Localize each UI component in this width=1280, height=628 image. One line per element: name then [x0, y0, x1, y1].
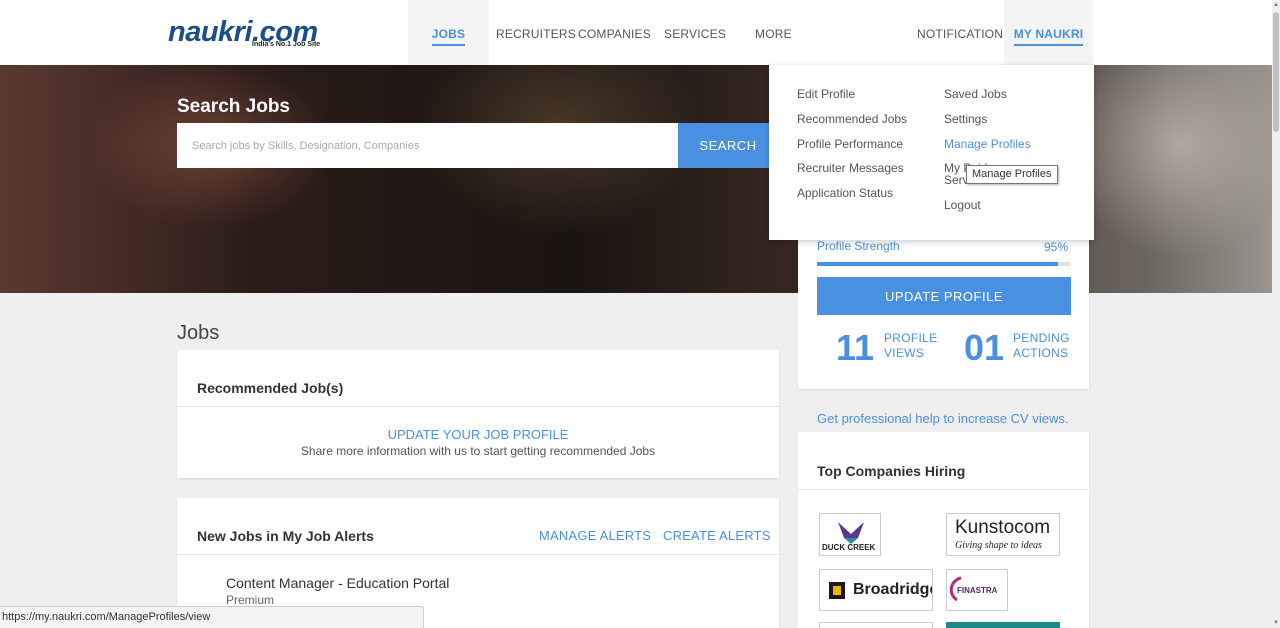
divider: [798, 489, 1089, 490]
menu-logout[interactable]: Logout: [944, 198, 981, 212]
top-companies-title: Top Companies Hiring: [817, 463, 966, 479]
company-logo-partial-teal[interactable]: [946, 622, 1060, 628]
nav-my-naukri[interactable]: MY NAUKRI: [1004, 0, 1093, 65]
top-navigation-bar: naukri.com India's No.1 Job Site JOBS RE…: [0, 0, 1272, 65]
nav-recruiters[interactable]: RECRUITERS: [496, 0, 576, 65]
divider: [177, 406, 779, 407]
duck-creek-text: DUCK CREEK: [822, 543, 876, 552]
nav-companies[interactable]: COMPANIES: [578, 0, 651, 65]
update-job-profile-text: Share more information with us to start …: [300, 444, 656, 458]
job-alerts-title: New Jobs in My Job Alerts: [197, 528, 374, 544]
pending-actions-count[interactable]: 01: [964, 330, 1004, 366]
nav-jobs[interactable]: JOBS: [408, 0, 489, 65]
search-title: Search Jobs: [177, 96, 290, 117]
scroll-up-icon[interactable]: ▲: [1272, 0, 1280, 10]
logo-tagline: India's No.1 Job Site: [252, 41, 321, 48]
nav-jobs-label: JOBS: [431, 27, 466, 46]
menu-settings[interactable]: Settings: [944, 112, 987, 126]
menu-manage-profiles[interactable]: Manage Profiles: [944, 137, 1031, 151]
profile-views-label-1: PROFILE: [884, 331, 938, 345]
naukri-logo[interactable]: naukri.com India's No.1 Job Site: [168, 16, 343, 52]
job-premium-tag: Premium: [226, 593, 275, 607]
finastra-text: FINASTRA: [957, 586, 998, 595]
kunstocom-tagline: Giving shape to ideas: [955, 540, 1042, 551]
update-job-profile-link-text[interactable]: UPDATE YOUR JOB PROFILE: [388, 427, 569, 442]
pending-actions-label-2: ACTIONS: [1013, 346, 1069, 360]
company-logo-kunstocom[interactable]: Kunstocom Giving shape to ideas: [946, 513, 1060, 556]
cv-help-link[interactable]: Get professional help to increase CV vie…: [817, 411, 1068, 426]
divider: [177, 554, 779, 555]
recommended-jobs-card: [177, 350, 779, 478]
page-scrollbar[interactable]: ▲ ▼: [1272, 0, 1280, 628]
manage-alerts-link[interactable]: MANAGE ALERTS: [539, 528, 651, 543]
profile-strength-bar: [817, 262, 1071, 266]
company-logo-partial[interactable]: [819, 622, 933, 628]
profile-strength-fill: [817, 262, 1059, 266]
update-job-profile-link: UPDATE YOUR JOB PROFILE: [177, 427, 779, 442]
nav-services[interactable]: SERVICES: [664, 0, 726, 65]
job-search-input[interactable]: [177, 123, 679, 168]
browser-status-url: https://my.naukri.com/ManageProfiles/vie…: [0, 606, 424, 628]
company-logo-finastra[interactable]: FINASTRA: [946, 569, 1008, 611]
search-button[interactable]: SEARCH: [678, 123, 778, 168]
nav-my-naukri-label: MY NAUKRI: [1013, 27, 1084, 46]
company-logo-broadridge[interactable]: Broadridge: [819, 569, 933, 611]
jobs-heading: Jobs: [177, 322, 220, 344]
manage-profiles-tooltip: Manage Profiles: [966, 165, 1058, 184]
nav-notifications[interactable]: NOTIFICATIONS: [917, 0, 1011, 65]
scroll-thumb[interactable]: [1273, 12, 1279, 132]
scroll-down-icon[interactable]: ▼: [1272, 618, 1280, 628]
kunstocom-text: Kunstocom: [955, 517, 1051, 538]
profile-views-count[interactable]: 11: [836, 330, 874, 366]
create-alerts-link[interactable]: CREATE ALERTS: [663, 528, 771, 543]
menu-saved-jobs[interactable]: Saved Jobs: [944, 87, 1007, 101]
menu-profile-performance[interactable]: Profile Performance: [797, 137, 903, 151]
recommended-jobs-title: Recommended Job(s): [197, 380, 344, 396]
menu-application-status[interactable]: Application Status: [797, 186, 893, 200]
profile-strength-value: 95%: [1044, 240, 1069, 254]
nav-more[interactable]: MORE: [755, 0, 792, 65]
broadridge-text: Broadridge: [853, 581, 933, 598]
my-naukri-dropdown: Edit Profile Recommended Jobs Profile Pe…: [769, 65, 1094, 240]
profile-strength-label: Profile Strength: [817, 239, 900, 253]
menu-recruiter-messages[interactable]: Recruiter Messages: [797, 161, 904, 175]
menu-edit-profile[interactable]: Edit Profile: [797, 87, 855, 101]
company-logo-duck-creek[interactable]: DUCK CREEK: [819, 513, 881, 556]
update-profile-button[interactable]: UPDATE PROFILE: [817, 277, 1071, 315]
profile-views-label-2: VIEWS: [884, 346, 925, 360]
broadridge-mark-icon: [829, 582, 845, 599]
job-title-link[interactable]: Content Manager - Education Portal: [226, 575, 449, 591]
menu-recommended-jobs[interactable]: Recommended Jobs: [797, 112, 907, 126]
pending-actions-label-1: PENDING: [1013, 331, 1070, 345]
